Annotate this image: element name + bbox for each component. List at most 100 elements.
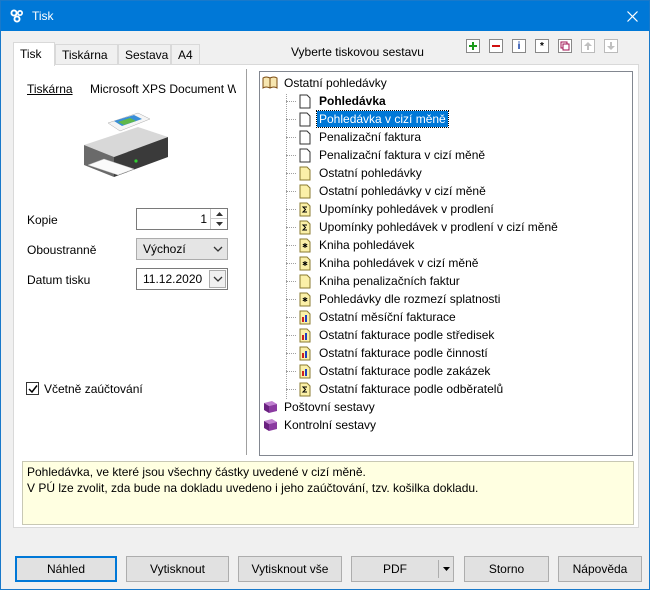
- tree-guide-line: [286, 191, 296, 192]
- include-accounting-label[interactable]: Včetně zaúčtování: [44, 382, 143, 396]
- add-icon[interactable]: [466, 39, 480, 53]
- help-button[interactable]: Nápověda: [558, 556, 642, 582]
- cancel-button[interactable]: Storno: [464, 556, 549, 582]
- tree-item[interactable]: Ostatní fakturace podle činností: [297, 344, 490, 362]
- window-title: Tisk: [32, 9, 54, 23]
- tree-guide-line: [286, 317, 296, 318]
- tree-root-label[interactable]: Ostatní pohledávky: [282, 75, 389, 91]
- tree-item-label[interactable]: Kniha pohledávek: [317, 237, 416, 253]
- star-doc-icon: [297, 237, 313, 253]
- copies-value[interactable]: 1: [200, 212, 207, 226]
- remove-icon[interactable]: [489, 39, 503, 53]
- tree-item-label[interactable]: Kniha pohledávek v cizí měně: [317, 255, 480, 271]
- tree-item-label[interactable]: Ostatní fakturace podle zakázek: [317, 363, 492, 379]
- asterisk-icon[interactable]: *: [535, 39, 549, 53]
- date-dropdown-button[interactable]: [209, 270, 226, 288]
- tab-sestava[interactable]: Sestava: [118, 44, 171, 65]
- sum-doc-icon: [297, 219, 313, 235]
- tree-item[interactable]: Ostatní fakturace podle středisek: [297, 326, 496, 344]
- tree-item[interactable]: Penalizační faktura v cizí měně: [297, 146, 487, 164]
- move-down-icon[interactable]: [604, 39, 618, 53]
- include-accounting-checkbox[interactable]: [26, 382, 39, 395]
- tree-item[interactable]: Kniha pohledávek v cizí měně: [297, 254, 480, 272]
- closed-book-icon: [262, 417, 278, 433]
- chart-doc-icon: [297, 363, 313, 379]
- copy-icon[interactable]: [558, 39, 572, 53]
- spin-up-icon[interactable]: [211, 209, 227, 219]
- pdf-button-label: PDF: [383, 562, 407, 576]
- copies-arrows[interactable]: [210, 209, 227, 229]
- tree-item-label[interactable]: Ostatní fakturace podle činností: [317, 345, 490, 361]
- yellow-doc-icon: [297, 183, 313, 199]
- sum-doc-icon: [297, 381, 313, 397]
- tree-item-label[interactable]: Pohledávky dle rozmezí splatnosti: [317, 291, 502, 307]
- tree-group-postal[interactable]: Poštovní sestavy: [262, 398, 377, 416]
- tree-item[interactable]: Kniha pohledávek: [297, 236, 416, 254]
- tree-item[interactable]: Ostatní pohledávky v cizí měně: [297, 182, 488, 200]
- duplex-label: Oboustranně: [27, 243, 97, 257]
- doc-icon: [297, 147, 313, 163]
- tree-item[interactable]: Ostatní fakturace podle odběratelů: [297, 380, 505, 398]
- tree-item[interactable]: Pohledávky dle rozmezí splatnosti: [297, 290, 502, 308]
- tree-item-label[interactable]: Ostatní fakturace podle středisek: [317, 327, 496, 343]
- preview-button[interactable]: Náhled: [15, 556, 117, 582]
- close-button[interactable]: [615, 1, 649, 31]
- tree-item[interactable]: Ostatní měsíční fakturace: [297, 308, 458, 326]
- duplex-value: Výchozí: [143, 242, 186, 256]
- duplex-select[interactable]: Výchozí: [136, 238, 228, 260]
- tree-item-label[interactable]: Ostatní fakturace podle odběratelů: [317, 381, 505, 397]
- copies-label: Kopie: [27, 213, 58, 227]
- tab-a4[interactable]: A4: [171, 44, 200, 65]
- tree-item-label[interactable]: Upomínky pohledávek v prodlení v cizí mě…: [317, 219, 560, 235]
- tree-item-label[interactable]: Penalizační faktura v cizí měně: [317, 147, 487, 163]
- tree-guide-line: [286, 155, 296, 156]
- description-line: V PÚ lze zvolit, zda bude na dokladu uve…: [27, 481, 479, 495]
- tree-item-label[interactable]: Penalizační faktura: [317, 129, 423, 145]
- yellow-doc-icon: [297, 273, 313, 289]
- star-doc-icon: [297, 255, 313, 271]
- star-doc-icon: [297, 291, 313, 307]
- tree-item-label[interactable]: Pohledávka v cizí měně: [316, 110, 449, 128]
- print-date-value[interactable]: 11.12.2020: [143, 272, 202, 286]
- tab-tiskarna[interactable]: Tiskárna: [55, 44, 118, 65]
- report-tree[interactable]: Ostatní pohledávky Pohledávka Pohledávka …: [259, 71, 633, 456]
- checkmark-icon: [27, 384, 38, 393]
- tree-item-label[interactable]: Ostatní pohledávky: [317, 165, 424, 181]
- tree-item[interactable]: Upomínky pohledávek v prodlení: [297, 200, 496, 218]
- printer-name: Microsoft XPS Document W: [90, 82, 236, 96]
- tree-item[interactable]: Ostatní pohledávky: [297, 164, 424, 182]
- tree-item-label[interactable]: Ostatní pohledávky v cizí měně: [317, 183, 488, 199]
- print-date-field[interactable]: 11.12.2020: [136, 268, 228, 290]
- copies-stepper[interactable]: 1: [136, 208, 228, 230]
- spin-down-icon[interactable]: [211, 219, 227, 229]
- tree-item[interactable]: Upomínky pohledávek v prodlení v cizí mě…: [297, 218, 560, 236]
- pdf-dropdown-icon[interactable]: [443, 567, 450, 571]
- title-bar[interactable]: Tisk: [1, 1, 649, 31]
- tab-tisk[interactable]: Tisk: [13, 42, 55, 66]
- tree-item-label[interactable]: Pohledávka: [317, 93, 388, 109]
- printer-image: [84, 112, 168, 177]
- tree-item[interactable]: Ostatní fakturace podle zakázek: [297, 362, 492, 380]
- chevron-down-icon: [213, 246, 223, 252]
- tree-group-label[interactable]: Poštovní sestavy: [282, 399, 377, 415]
- tab-panel-tisk: Tiskárna Microsoft XPS Document W Kopie …: [13, 64, 639, 528]
- tree-item[interactable]: Pohledávka: [297, 92, 388, 110]
- tree-item-label[interactable]: Ostatní měsíční fakturace: [317, 309, 458, 325]
- info-icon[interactable]: i: [512, 39, 526, 53]
- tree-item[interactable]: Penalizační faktura: [297, 128, 423, 146]
- tree-guide-line: [286, 335, 296, 336]
- tree-group-control[interactable]: Kontrolní sestavy: [262, 416, 378, 434]
- tree-item-label[interactable]: Kniha penalizačních faktur: [317, 273, 462, 289]
- tree-group-label[interactable]: Kontrolní sestavy: [282, 417, 378, 433]
- pdf-button[interactable]: PDF: [351, 556, 454, 582]
- tree-item-label[interactable]: Upomínky pohledávek v prodlení: [317, 201, 496, 217]
- tree-root[interactable]: Ostatní pohledávky: [262, 74, 389, 92]
- tree-item[interactable]: Pohledávka v cizí měně: [297, 110, 449, 128]
- print-all-button[interactable]: Vytisknout vše: [238, 556, 342, 582]
- move-up-icon[interactable]: [581, 39, 595, 53]
- tree-item[interactable]: Kniha penalizačních faktur: [297, 272, 462, 290]
- chevron-down-icon: [213, 276, 222, 282]
- print-button[interactable]: Vytisknout: [126, 556, 229, 582]
- doc-icon: [297, 93, 313, 109]
- printer-link[interactable]: Tiskárna: [27, 82, 73, 96]
